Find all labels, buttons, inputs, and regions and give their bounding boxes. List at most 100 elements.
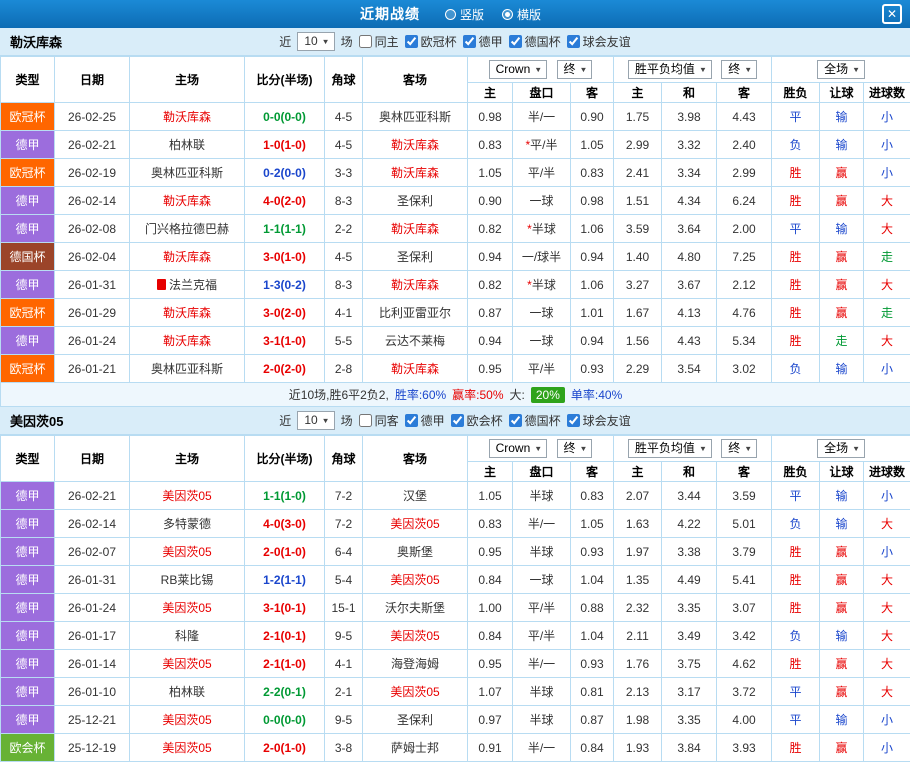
col-header-euro-draw: 和 (662, 83, 717, 103)
league-checkbox[interactable] (509, 35, 522, 48)
euro-final-select[interactable]: 终▼ (721, 439, 757, 458)
league-checkbox[interactable] (405, 414, 418, 427)
league-checkbox[interactable] (509, 414, 522, 427)
euro-draw-odds: 3.35 (662, 594, 717, 622)
league-checkbox[interactable] (567, 35, 580, 48)
col-header-asia-home: 主 (468, 462, 513, 482)
result-wdl: 胜 (772, 594, 820, 622)
close-icon[interactable]: ✕ (882, 4, 902, 24)
col-header-corners: 角球 (325, 436, 363, 482)
result-handicap: 输 (820, 103, 864, 131)
league-badge: 德甲 (1, 566, 55, 594)
league-checkbox[interactable] (405, 35, 418, 48)
col-header-asia-away: 客 (571, 462, 614, 482)
record-summary: 近10场,胜6平2负2,胜率:60%赢率:50%大:20%单率:40% (1, 386, 910, 403)
asia-odds-group: Crown▼ 终▼ (468, 57, 614, 83)
euro-away-odds: 3.93 (717, 734, 772, 762)
filter-option-league-4[interactable]: 球会友谊 (567, 33, 631, 50)
result-wdl: 胜 (772, 734, 820, 762)
euro-home-odds: 2.99 (614, 131, 662, 159)
asia-handicap: 半/一 (513, 734, 571, 762)
layout-vertical-radio[interactable]: 竖版 (445, 6, 484, 23)
match-date: 26-02-19 (55, 159, 130, 187)
league-checkbox[interactable] (451, 414, 464, 427)
result-goals: 小 (864, 103, 910, 131)
league-checkbox[interactable] (463, 35, 476, 48)
result-goals: 大 (864, 510, 910, 538)
result-goals: 小 (864, 482, 910, 510)
asia-away-odds: 0.93 (571, 355, 614, 383)
same-home-checkbox[interactable] (359, 35, 372, 48)
home-team: 奥林匹亚科斯 (130, 159, 245, 187)
red-tag-icon (157, 279, 166, 290)
euro-avg-select[interactable]: 胜平负均值▼ (628, 60, 712, 79)
home-team: 柏林联 (130, 131, 245, 159)
final-value: 终 (564, 62, 576, 77)
same-away-checkbox[interactable] (359, 414, 372, 427)
result-goals: 大 (864, 327, 910, 355)
scope-value: 全场 (824, 441, 848, 456)
away-team: 勒沃库森 (363, 215, 468, 243)
result-wdl: 平 (772, 706, 820, 734)
euro-avg-select[interactable]: 胜平负均值▼ (628, 439, 712, 458)
handicap-star-icon: * (525, 138, 530, 152)
result-goals: 大 (864, 678, 910, 706)
result-handicap: 赢 (820, 734, 864, 762)
filter-option-label: 德国杯 (525, 412, 561, 429)
euro-away-odds: 2.99 (717, 159, 772, 187)
asia-away-odds: 0.83 (571, 159, 614, 187)
match-scope-select[interactable]: 全场▼ (817, 439, 865, 458)
match-date: 26-01-31 (55, 271, 130, 299)
match-count-select[interactable]: 10 ▼ (297, 32, 334, 51)
match-scope-select[interactable]: 全场▼ (817, 60, 865, 79)
euro-draw-odds: 3.44 (662, 482, 717, 510)
league-checkbox[interactable] (567, 414, 580, 427)
filter-option-same-away[interactable]: 同客 (359, 412, 399, 429)
result-handicap: 赢 (820, 271, 864, 299)
league-badge: 德甲 (1, 594, 55, 622)
euro-away-odds: 3.42 (717, 622, 772, 650)
layout-horizontal-radio[interactable]: 横版 (502, 6, 541, 23)
euro-home-odds: 1.97 (614, 538, 662, 566)
match-row: 德甲26-02-08门兴格拉德巴赫1-1(1-1)2-2勒沃库森0.82*半球1… (1, 215, 910, 243)
result-wdl: 胜 (772, 299, 820, 327)
filter-option-league-1[interactable]: 欧冠杯 (405, 33, 457, 50)
corners: 2-1 (325, 678, 363, 706)
match-count-select[interactable]: 10 ▼ (297, 411, 334, 430)
league-badge: 德甲 (1, 706, 55, 734)
filter-option-league-4[interactable]: 球会友谊 (567, 412, 631, 429)
euro-avg-value: 胜平负均值 (635, 441, 695, 456)
filter-option-league-1[interactable]: 德甲 (405, 412, 445, 429)
filter-option-same-home[interactable]: 同主 (359, 33, 399, 50)
euro-final-select[interactable]: 终▼ (721, 60, 757, 79)
asia-final-select[interactable]: 终▼ (557, 439, 593, 458)
col-header-handicap-result: 让球 (820, 462, 864, 482)
league-badge: 德甲 (1, 538, 55, 566)
filter-option-league-3[interactable]: 德国杯 (509, 33, 561, 50)
asia-home-odds: 0.84 (468, 566, 513, 594)
match-date: 26-01-14 (55, 650, 130, 678)
asia-handicap: 半/一 (513, 103, 571, 131)
bookmaker-select[interactable]: Crown▼ (489, 439, 548, 458)
euro-away-odds: 2.00 (717, 215, 772, 243)
asia-away-odds: 1.01 (571, 299, 614, 327)
asia-final-select[interactable]: 终▼ (557, 60, 593, 79)
bookmaker-select[interactable]: Crown▼ (489, 60, 548, 79)
match-date: 26-01-21 (55, 355, 130, 383)
euro-away-odds: 5.01 (717, 510, 772, 538)
col-header-euro-home: 主 (614, 462, 662, 482)
league-badge: 德甲 (1, 510, 55, 538)
result-handicap: 赢 (820, 243, 864, 271)
match-row: 欧冠杯26-02-25勒沃库森0-0(0-0)4-5奥林匹亚科斯0.98半/一0… (1, 103, 910, 131)
score: 0-0(0-0) (245, 706, 325, 734)
result-handicap: 走 (820, 327, 864, 355)
league-badge: 德甲 (1, 327, 55, 355)
filter-option-league-2[interactable]: 欧会杯 (451, 412, 503, 429)
col-header-wdl: 胜负 (772, 83, 820, 103)
euro-home-odds: 1.51 (614, 187, 662, 215)
match-date: 26-02-04 (55, 243, 130, 271)
filter-option-league-3[interactable]: 德国杯 (509, 412, 561, 429)
col-header-handicap: 盘口 (513, 83, 571, 103)
filter-option-league-2[interactable]: 德甲 (463, 33, 503, 50)
euro-draw-odds: 4.43 (662, 327, 717, 355)
